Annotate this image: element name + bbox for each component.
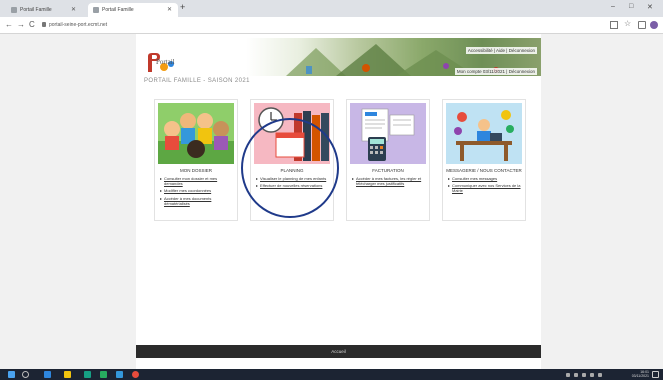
tab-label: Portail Famille	[102, 7, 134, 13]
browser-tab-strip: Portail Famille ✕ Portail Famille ✕ + – …	[0, 0, 663, 17]
minimize-button[interactable]: –	[611, 3, 615, 10]
reload-button[interactable]: C	[29, 20, 35, 29]
app-icon[interactable]	[100, 371, 107, 378]
logo-text: Portail	[156, 58, 175, 66]
account-date-line[interactable]: Mon compte 03/11/2021 | Déconnexion	[454, 68, 537, 75]
taskbar: 16:01 03/11/2021	[0, 369, 663, 380]
notification-icon[interactable]	[652, 371, 659, 378]
card-link-item[interactable]: Communiquer avec nos Services de la Mair…	[448, 183, 522, 193]
forward-button[interactable]: →	[17, 20, 25, 29]
card-link-item[interactable]: Accéder à mes documents dématérialisés	[160, 196, 234, 206]
card-messagerie[interactable]: MESSAGERIE / NOUS CONTACTER Consulter me…	[442, 99, 526, 221]
url-field[interactable]: portail-seine-port.ecmt.net	[42, 22, 107, 28]
search-icon[interactable]	[22, 371, 29, 378]
tray-icon[interactable]	[566, 373, 570, 377]
portal-page: Portail Accessibilité | Aide | Déconnexi…	[136, 34, 541, 369]
card-title: MESSAGERIE / NOUS CONTACTER	[446, 168, 522, 173]
network-icon[interactable]	[590, 373, 594, 377]
header-banner: Accessibilité | Aide | Déconnexion Mon c…	[246, 38, 541, 76]
taskbar-clock[interactable]: 16:01 03/11/2021	[631, 370, 649, 379]
tab-label: Portail Famille	[20, 7, 52, 13]
windows-start-icon[interactable]	[8, 371, 15, 378]
card-link-item[interactable]: Consulter mon dossier et mes demandes	[160, 176, 234, 186]
card-links: Consulter mon dossier et mes demandes Mo…	[160, 176, 234, 208]
annotation-circle	[241, 118, 339, 218]
app-icon[interactable]	[116, 371, 123, 378]
url-text: portail-seine-port.ecmt.net	[49, 22, 108, 28]
volume-icon[interactable]	[598, 373, 602, 377]
tab-favicon-icon	[11, 7, 17, 13]
close-tab-icon[interactable]: ✕	[167, 6, 172, 13]
back-button[interactable]: ←	[5, 20, 13, 29]
footer-link[interactable]: Accueil	[331, 349, 346, 354]
address-bar-row: ← → C portail-seine-port.ecmt.net ☆	[0, 17, 663, 34]
app-icon[interactable]	[84, 371, 91, 378]
tab-favicon-icon	[93, 7, 99, 13]
maximize-button[interactable]: □	[629, 3, 633, 10]
app-icon[interactable]	[44, 371, 51, 378]
lock-icon	[42, 22, 46, 27]
browser-tab-2[interactable]: Portail Famille ✕	[88, 3, 178, 17]
card-links: Consulter mes messages Communiquer avec …	[448, 176, 522, 196]
close-window-button[interactable]: ✕	[647, 3, 653, 11]
card-link-item[interactable]: Accéder à mes factures, les régler et té…	[352, 176, 426, 186]
browser-tab-1[interactable]: Portail Famille ✕	[6, 3, 82, 17]
card-facturation[interactable]: FACTURATION Accéder à mes factures, les …	[346, 99, 430, 221]
card-title: MON DOSSIER	[179, 168, 212, 173]
chrome-icon[interactable]	[132, 371, 139, 378]
close-tab-icon[interactable]: ✕	[71, 6, 76, 13]
card-links: Accéder à mes factures, les régler et té…	[352, 176, 426, 188]
tab-search-icon[interactable]	[638, 21, 646, 29]
children-group-icon	[158, 103, 234, 164]
card-link-item[interactable]: Modifier mes coordonnées	[160, 188, 234, 193]
profile-avatar-icon[interactable]	[650, 21, 658, 29]
new-tab-button[interactable]: +	[180, 2, 185, 12]
user-links[interactable]: Accessibilité | Aide | Déconnexion	[465, 47, 537, 54]
page-footer: Accueil	[136, 345, 541, 358]
card-mon-dossier[interactable]: MON DOSSIER Consulter mon dossier et mes…	[154, 99, 238, 221]
tray-icon[interactable]	[574, 373, 578, 377]
card-title: FACTURATION	[372, 168, 404, 173]
card-link-item[interactable]: Consulter mes messages	[448, 176, 522, 181]
clock-date: 03/11/2021	[631, 373, 649, 378]
extension-icon[interactable]	[610, 21, 618, 29]
tray-icon[interactable]	[582, 373, 586, 377]
page-title: PORTAIL FAMILLE - SAISON 2021	[144, 78, 250, 84]
invoice-calculator-icon	[350, 103, 426, 164]
helpdesk-message-icon	[446, 103, 522, 164]
file-explorer-icon[interactable]	[64, 371, 71, 378]
star-icon[interactable]: ☆	[624, 19, 632, 28]
